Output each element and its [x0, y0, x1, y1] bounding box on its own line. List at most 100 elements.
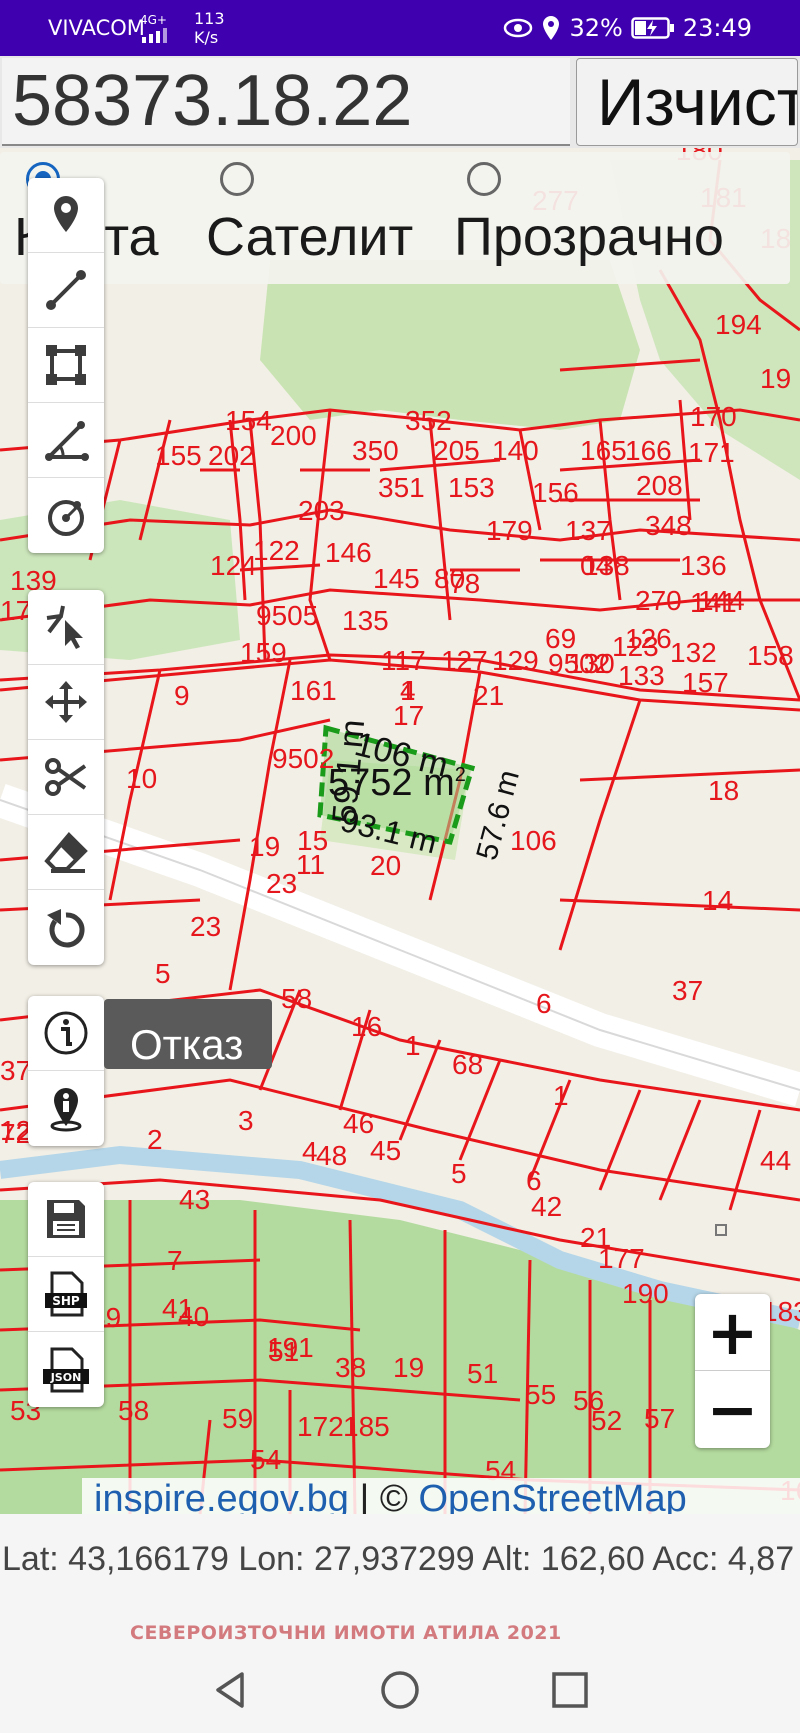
parcel-number-label: 54 [250, 1444, 281, 1475]
parcel-number-label: 170 [690, 401, 737, 432]
layer-label-transparent[interactable]: Прозрачно [454, 206, 724, 268]
polygon-square-icon[interactable] [28, 328, 104, 403]
parcel-number-label: 157 [682, 667, 729, 698]
cancel-tooltip[interactable]: Отказ [104, 999, 272, 1069]
parcel-number-label: 122 [253, 535, 300, 566]
map-attribution: inspire.egov.bg | © OpenStreetMap [82, 1478, 800, 1514]
zoom-out-button[interactable]: − [695, 1371, 770, 1448]
parcel-number-label: 156 [532, 477, 579, 508]
info-icon[interactable] [28, 996, 104, 1071]
home-icon[interactable] [380, 1670, 420, 1710]
radio-transparent[interactable] [467, 162, 501, 196]
zoom-control: + − [695, 1294, 770, 1448]
parcel-number-label: 141 [690, 587, 737, 618]
parcel-number-label: 6 [536, 988, 552, 1019]
parcel-number-label: 52 [591, 1405, 622, 1436]
parcel-number-label: 58 [118, 1395, 149, 1426]
clear-button[interactable]: Изчисти [576, 58, 798, 146]
status-right: 32% 23:49 [503, 14, 752, 42]
location-readout: Lat: 43,166179 Lon: 27,937299 Alt: 162,6… [0, 1514, 800, 1624]
parcel-number-label: 135 [342, 605, 389, 636]
parcel-number-label: 78 [449, 568, 480, 599]
parcel-number-label: 9505 [256, 600, 318, 631]
parcel-number-label: 146 [325, 537, 372, 568]
parcel-number-label: 203 [298, 495, 345, 526]
carrier-label: VIVACOM [48, 16, 145, 40]
parcel-number-label: 127 [441, 645, 488, 676]
inspire-link[interactable]: inspire.egov.bg [94, 1478, 349, 1514]
net-speed-unit: K/s [194, 28, 219, 47]
layer-label-satellite[interactable]: Сателит [206, 206, 413, 268]
radio-satellite[interactable] [220, 162, 254, 196]
line-icon[interactable] [28, 253, 104, 328]
parcel-number-label: 159 [240, 637, 287, 668]
select-pointer-icon[interactable] [28, 590, 104, 665]
parcel-number-label: 145 [373, 563, 420, 594]
parcel-number-label: 351 [378, 472, 425, 503]
cadastral-id-input[interactable] [2, 58, 570, 146]
undo-icon[interactable] [28, 890, 104, 965]
eraser-icon[interactable] [28, 815, 104, 890]
back-icon[interactable] [210, 1670, 250, 1710]
map-marker-icon[interactable] [28, 178, 104, 253]
parcel-number-label: 5 [155, 958, 171, 989]
parcel-number-label: 2 [147, 1124, 163, 1155]
cadastral-map[interactable]: 1801811827719419170171352350205140165166… [0, 148, 800, 1514]
parcel-number-label: 19 [249, 831, 280, 862]
parcel-number-label: 59 [222, 1403, 253, 1434]
parcel-number-label: 350 [352, 435, 399, 466]
parcel-number-label: 7 [167, 1245, 183, 1276]
parcel-number-label: 1 [400, 675, 416, 706]
json-file-icon[interactable]: JSON [28, 1332, 104, 1407]
parcel-number-label: 200 [270, 420, 317, 451]
parcel-number-label: 161 [290, 675, 337, 706]
parcel-number-label: 124 [210, 550, 257, 581]
parcel-number-label: 348 [645, 510, 692, 541]
parcel-number-label: 172 [297, 1411, 344, 1442]
json-label: JSON [50, 1371, 82, 1384]
parcel-number-label: 21 [473, 680, 504, 711]
parcel-number-label: 1 [553, 1080, 569, 1111]
move-icon[interactable] [28, 665, 104, 740]
scissors-icon[interactable] [28, 740, 104, 815]
draw-toolbar [28, 178, 104, 553]
my-location-icon[interactable] [28, 1071, 104, 1146]
clock: 23:49 [682, 14, 752, 42]
parcel-number-label: 166 [625, 435, 672, 466]
parcel-number-label: 10 [126, 763, 157, 794]
parcel-number-label: 23 [190, 911, 221, 942]
shp-file-icon[interactable]: SHP [28, 1257, 104, 1332]
parcel-number-label: 40 [178, 1301, 209, 1332]
parcel-number-label: 16 [351, 1011, 382, 1042]
osm-link[interactable]: OpenStreetMap [418, 1478, 686, 1514]
eye-icon [504, 18, 533, 38]
parcel-number-label: 202 [208, 440, 255, 471]
parcel-number-label: 117 [381, 645, 426, 676]
net-speed: 113 K/s [194, 9, 225, 47]
parcel-number-label: 9 [174, 680, 190, 711]
recents-icon[interactable] [550, 1670, 590, 1710]
battery-percent: 32% [569, 14, 623, 42]
parcel-number-label: 38 [335, 1352, 366, 1383]
parcel-number-label: 19 [760, 363, 791, 394]
parcel-number-label: 171 [688, 437, 735, 468]
parcel-number-label: 165 [580, 435, 627, 466]
zoom-in-button[interactable]: + [695, 1294, 770, 1371]
parcel-number-label: 205 [433, 435, 480, 466]
circle-icon[interactable] [28, 478, 104, 553]
parcel-number-label: 126 [625, 623, 672, 654]
parcel-number-label: 153 [448, 472, 495, 503]
parcel-number-label: 140 [492, 435, 539, 466]
info-toolbar [28, 996, 104, 1146]
parcel-number-label: 37 [0, 1055, 31, 1086]
parcel-number-label: 3 [238, 1105, 254, 1136]
angle-measure-icon[interactable] [28, 403, 104, 478]
parcel-number-label: 20 [370, 850, 401, 881]
parcel-number-label: 185 [343, 1411, 390, 1442]
net-speed-value: 113 [194, 9, 225, 28]
parcel-number-label: 136 [680, 550, 727, 581]
parcel-number-label: 137 [565, 515, 612, 546]
parcel-number-label: 04 [580, 550, 611, 581]
save-icon[interactable] [28, 1182, 104, 1257]
edit-toolbar [28, 590, 104, 965]
